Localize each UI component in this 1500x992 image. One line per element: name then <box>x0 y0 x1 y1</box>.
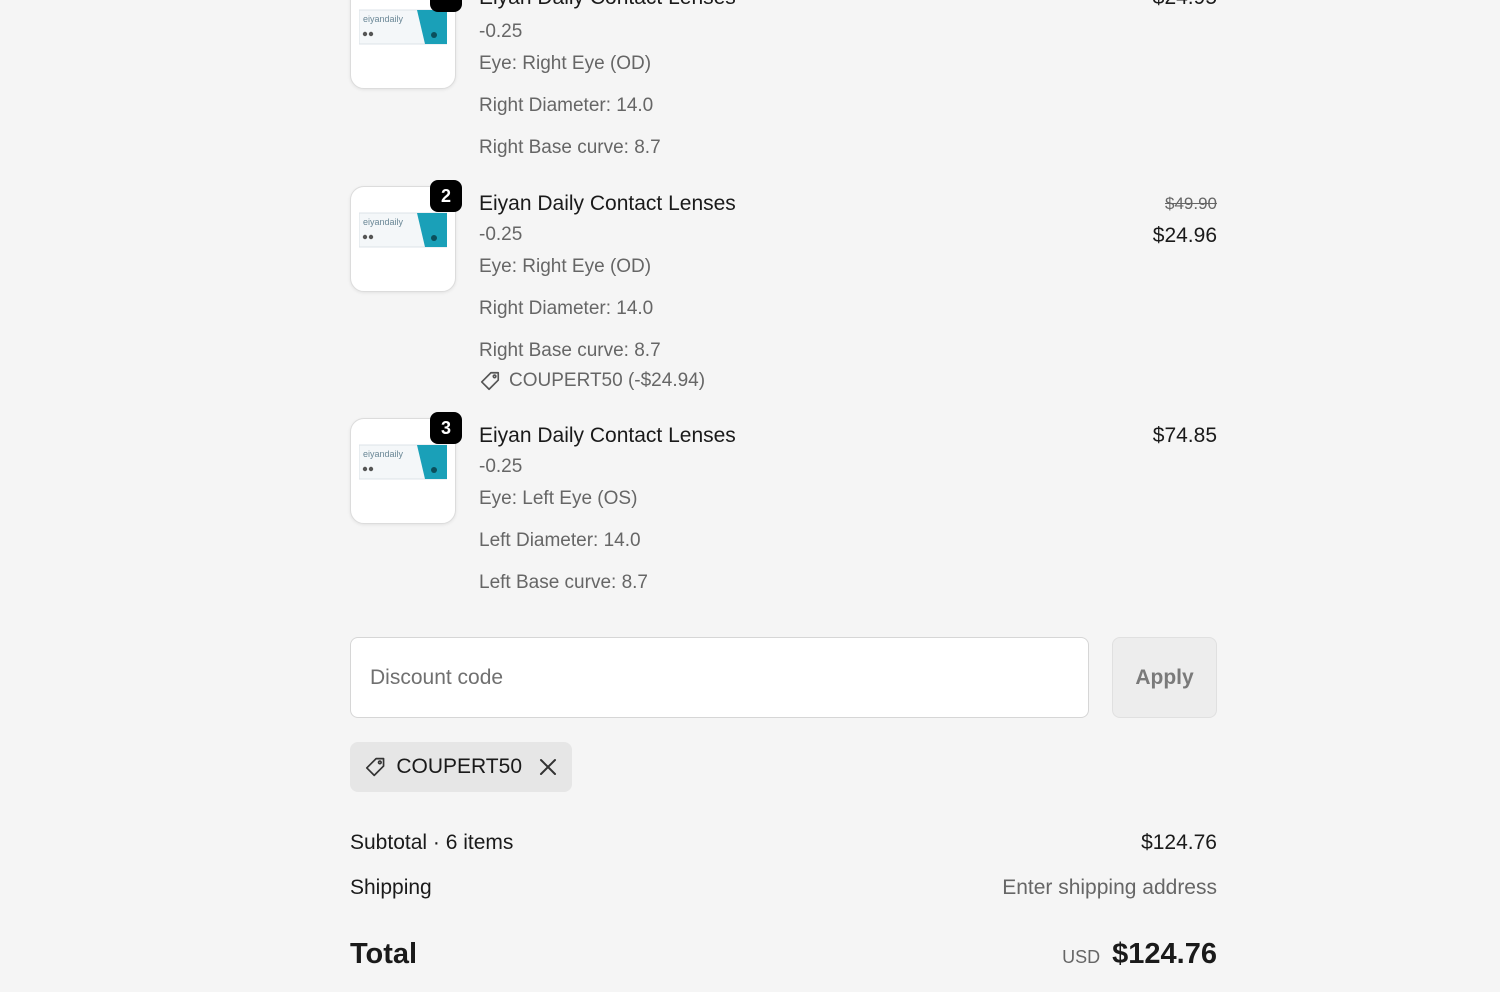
original-price: $49.90 <box>1165 194 1217 213</box>
currency-code: USD <box>1062 947 1101 967</box>
product-property: Right Diameter: 14.0 <box>479 95 654 116</box>
product-property: Eye: Right Eye (OD) <box>479 256 652 277</box>
total-amount: $124.76 <box>1112 938 1217 970</box>
svg-text:eiyandaily: eiyandaily <box>363 449 404 459</box>
quantity-badge: 3 <box>430 412 462 444</box>
close-icon[interactable] <box>538 757 558 777</box>
tag-icon <box>480 371 500 391</box>
product-property: Right Base curve: 8.7 <box>479 340 661 361</box>
product-variant: -0.25 <box>479 21 523 42</box>
product-property: Eye: Right Eye (OD) <box>479 53 652 74</box>
svg-text:eiyandaily: eiyandaily <box>363 14 404 24</box>
apply-discount-button[interactable]: Apply <box>1112 637 1217 718</box>
line-item: eiyandaily 3 Eiyan Daily Contact Lenses … <box>350 412 1217 598</box>
product-variant: -0.25 <box>479 224 523 245</box>
product-price: $24.95 <box>1153 0 1217 10</box>
applied-discount-code: COUPERT50 <box>396 755 522 778</box>
total-label: Total <box>350 938 418 970</box>
product-property: Left Base curve: 8.7 <box>479 572 648 593</box>
quantity-badge: 2 <box>430 180 462 212</box>
product-box-image: eiyandaily <box>359 9 447 45</box>
product-property: Right Base curve: 8.7 <box>479 137 661 158</box>
product-price: $74.85 <box>1152 424 1217 447</box>
tag-icon <box>365 757 385 777</box>
item-discount: COUPERT50 (-$24.94) <box>479 370 705 392</box>
product-box-image: eiyandaily <box>359 212 447 248</box>
shipping-value: Enter shipping address <box>1002 876 1217 899</box>
subtotal-label: Subtotal · 6 items <box>350 831 514 854</box>
total-price: USD $124.76 <box>1062 938 1217 971</box>
product-variant: -0.25 <box>479 456 523 477</box>
product-box-image: eiyandaily <box>359 444 447 480</box>
product-property: Eye: Left Eye (OS) <box>479 488 638 509</box>
product-title: Eiyan Daily Contact Lenses <box>479 192 736 215</box>
product-title: Eiyan Daily Contact Lenses <box>479 424 736 447</box>
subtotal-value: $124.76 <box>1141 831 1217 854</box>
line-item: eiyandaily 2 Eiyan Daily Contact Lenses … <box>350 180 1217 396</box>
product-thumbnail: eiyandaily <box>350 0 456 89</box>
discount-code-input[interactable] <box>350 637 1089 718</box>
remove-discount-button[interactable] <box>538 757 558 777</box>
product-property: Right Diameter: 14.0 <box>479 298 654 319</box>
svg-text:eiyandaily: eiyandaily <box>363 217 404 227</box>
quantity-badge <box>430 0 462 12</box>
line-item: eiyandaily Eiyan Daily Contact Lenses $2… <box>350 0 1217 170</box>
applied-discount-chip: COUPERT50 <box>350 742 572 792</box>
product-price: $24.96 <box>1152 224 1217 247</box>
shipping-label: Shipping <box>350 876 432 899</box>
item-discount-label: COUPERT50 (-$24.94) <box>509 370 706 391</box>
product-title: Eiyan Daily Contact Lenses <box>479 0 736 10</box>
product-property: Left Diameter: 14.0 <box>479 530 641 551</box>
